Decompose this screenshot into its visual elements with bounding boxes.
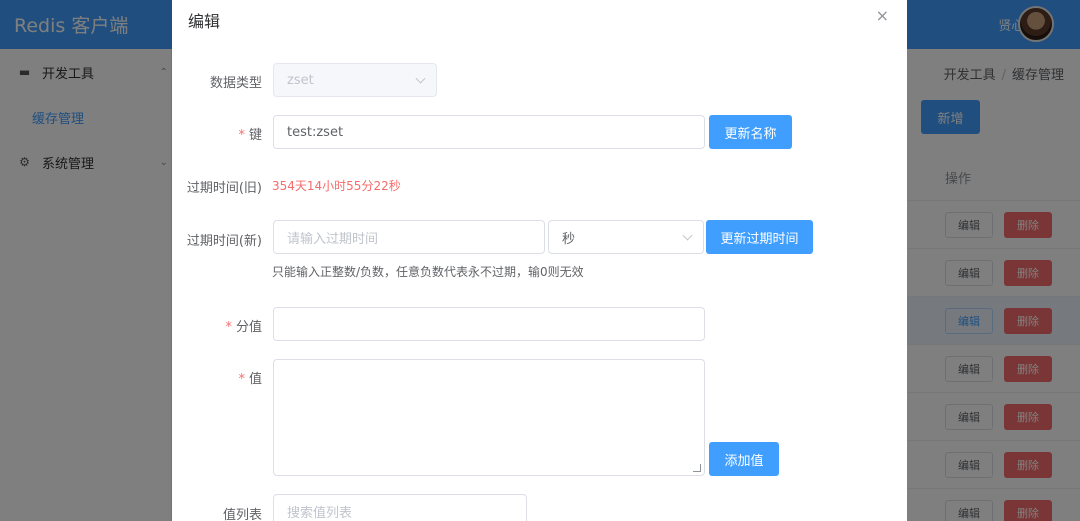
time-unit-value: 秒 <box>562 231 576 247</box>
expire-hint: 只能输入正整数/负数，任意负数代表永不过期，输0则无效 <box>272 265 584 279</box>
required-asterisk: * <box>225 320 232 335</box>
key-input[interactable]: test:zset <box>273 115 705 149</box>
key-label: * 键 <box>238 124 262 143</box>
key-label-text: 键 <box>248 128 262 143</box>
chevron-down-icon <box>682 230 693 241</box>
data-type-value: zset <box>287 72 314 88</box>
close-icon[interactable]: × <box>876 6 889 25</box>
score-input[interactable] <box>273 307 705 341</box>
value-list-search-input[interactable]: 搜索值列表 <box>273 494 527 521</box>
edit-dialog: 编辑 × 数据类型 zset * 键 test:zset 更新名称 过期时间(旧)… <box>172 0 907 521</box>
value-textarea[interactable] <box>273 359 705 476</box>
dialog-title: 编辑 <box>188 12 221 31</box>
expire-old-value: 354天14小时55分22秒 <box>272 179 401 193</box>
value-list-placeholder: 搜索值列表 <box>287 505 353 521</box>
expire-time-placeholder: 请输入过期时间 <box>287 231 379 247</box>
score-label: * 分值 <box>225 316 262 335</box>
value-label-text: 值 <box>248 372 262 387</box>
score-label-text: 分值 <box>235 320 262 335</box>
update-expire-button[interactable]: 更新过期时间 <box>706 220 813 254</box>
add-value-button[interactable]: 添加值 <box>709 442 779 476</box>
expire-old-label: 过期时间(旧) <box>186 181 262 196</box>
chevron-down-icon <box>415 73 426 84</box>
data-type-select: zset <box>273 63 437 97</box>
expire-new-label: 过期时间(新) <box>186 234 262 249</box>
data-type-label: 数据类型 <box>209 76 262 91</box>
key-value: test:zset <box>287 124 344 140</box>
time-unit-select[interactable]: 秒 <box>548 220 704 254</box>
required-asterisk: * <box>238 372 245 387</box>
required-asterisk: * <box>238 128 245 143</box>
value-list-label: 值列表 <box>222 508 262 521</box>
update-name-button[interactable]: 更新名称 <box>709 115 792 149</box>
expire-time-input[interactable]: 请输入过期时间 <box>273 220 545 254</box>
value-label: * 值 <box>238 368 262 387</box>
resize-handle-icon[interactable] <box>693 464 701 472</box>
